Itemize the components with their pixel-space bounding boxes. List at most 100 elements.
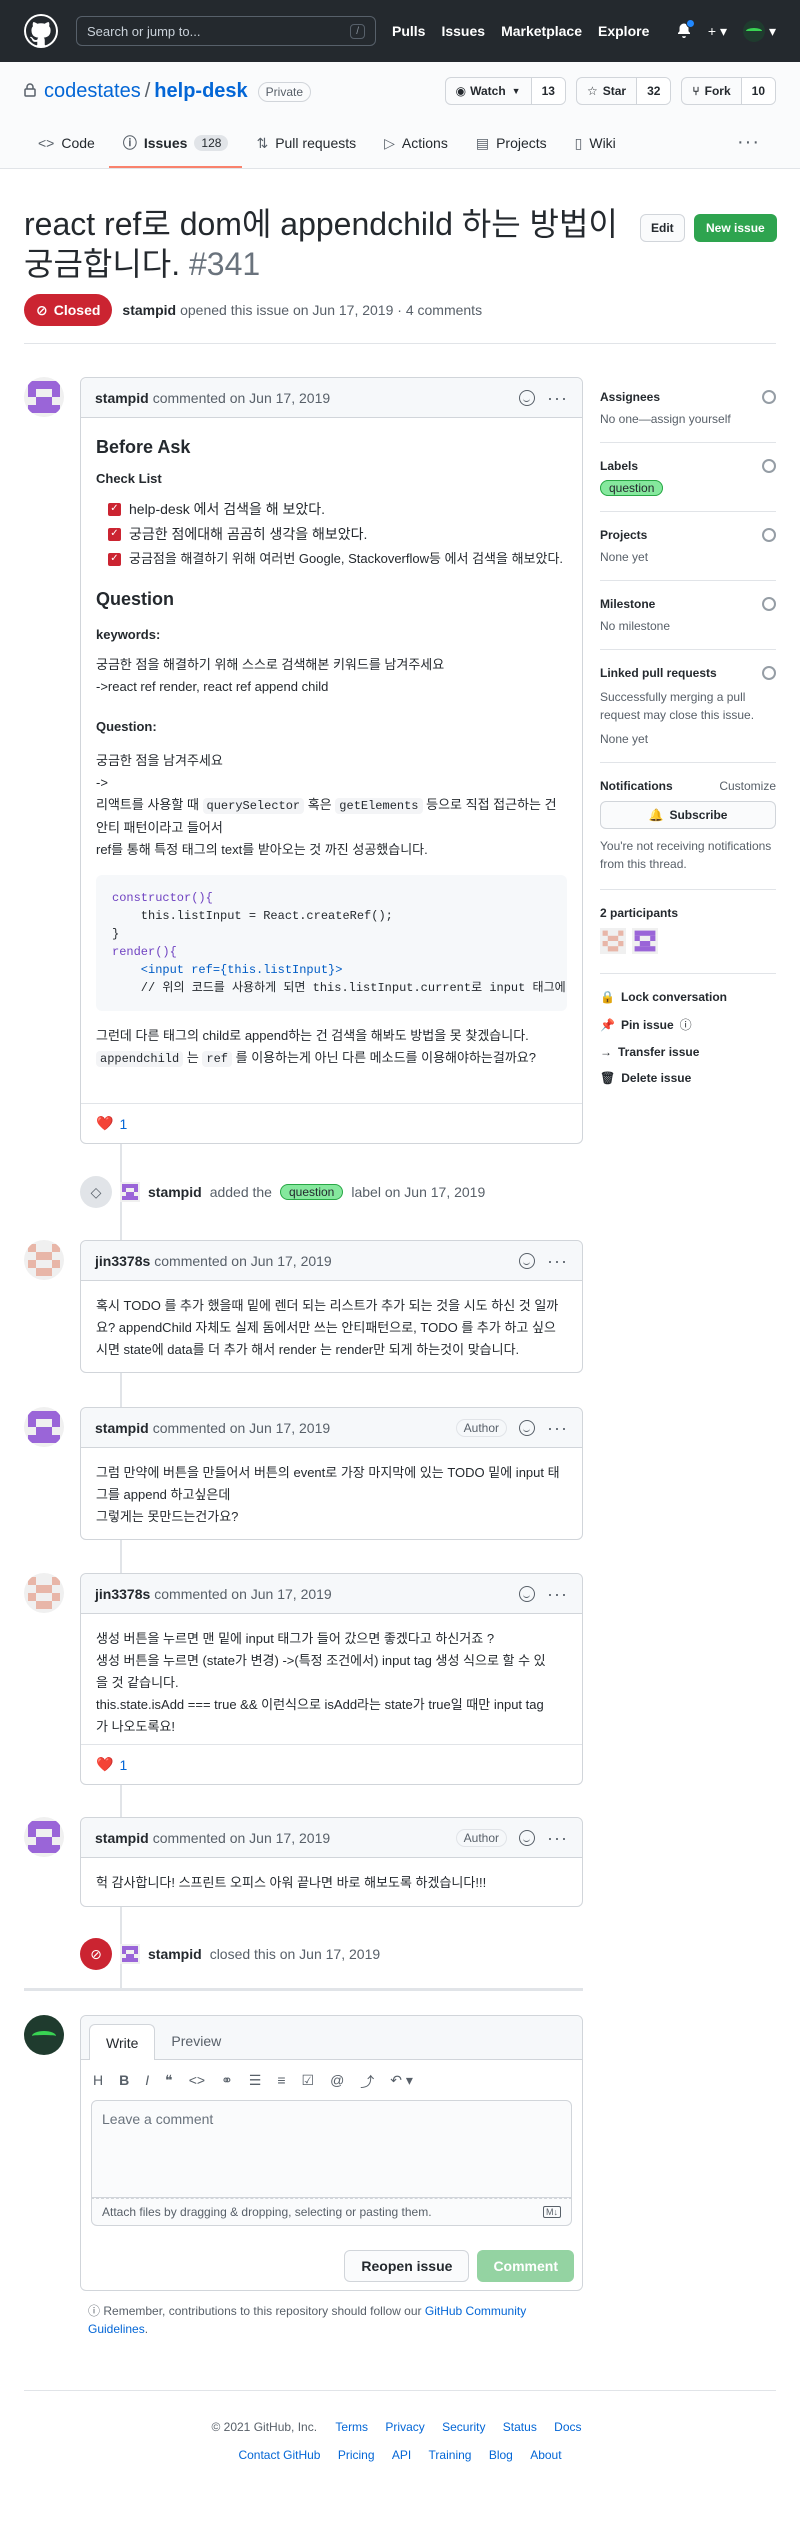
smiley-icon[interactable] xyxy=(519,1829,536,1846)
issue-author-link[interactable]: stampid xyxy=(122,302,176,318)
footer-link-privacy[interactable]: Privacy xyxy=(385,2420,424,2434)
checkbox-checked-icon[interactable]: ✓ xyxy=(108,502,121,516)
checkbox-checked-icon[interactable]: ✓ xyxy=(108,552,121,566)
event-actor[interactable]: stampid xyxy=(148,1946,202,1962)
repo-name-link[interactable]: help-desk xyxy=(154,80,247,103)
comment-author[interactable]: stampid xyxy=(95,390,149,406)
tab-wiki[interactable]: ▯ Wiki xyxy=(561,120,630,168)
nav-issues[interactable]: Issues xyxy=(441,23,485,39)
code-icon[interactable]: <> xyxy=(189,2072,205,2092)
github-logo-icon[interactable] xyxy=(24,14,58,48)
footer-link-terms[interactable]: Terms xyxy=(335,2420,368,2434)
footer-link-pricing[interactable]: Pricing xyxy=(338,2448,375,2462)
comment-author[interactable]: jin3378s xyxy=(95,1253,150,1269)
reply-icon[interactable]: ↶ ▾ xyxy=(390,2072,413,2092)
comment-textarea[interactable]: Leave a comment xyxy=(91,2100,572,2198)
footer-link-status[interactable]: Status xyxy=(503,2420,537,2434)
more-tabs-icon[interactable]: ··· xyxy=(737,131,760,154)
bell-icon[interactable] xyxy=(676,18,695,41)
event-actor[interactable]: stampid xyxy=(148,1184,202,1200)
customize-link[interactable]: Customize xyxy=(719,779,776,793)
smiley-icon[interactable] xyxy=(519,1252,536,1269)
avatar-stampid[interactable] xyxy=(24,1407,64,1447)
gear-icon[interactable] xyxy=(762,390,776,404)
gear-icon[interactable] xyxy=(762,597,776,611)
subscribe-button[interactable]: 🔔 Subscribe xyxy=(600,801,776,829)
edit-title-button[interactable]: Edit xyxy=(640,214,685,242)
kebab-icon[interactable]: ··· xyxy=(547,1252,568,1270)
avatar-jin3378s[interactable] xyxy=(24,1573,64,1613)
event-avatar-stampid[interactable] xyxy=(120,1944,140,1964)
kebab-icon[interactable]: ··· xyxy=(547,1585,568,1603)
repo-owner-link[interactable]: codestates xyxy=(44,80,141,103)
nav-marketplace[interactable]: Marketplace xyxy=(501,23,582,39)
assign-yourself-link[interactable]: No one—assign yourself xyxy=(600,412,776,426)
smiley-icon[interactable] xyxy=(519,1585,536,1602)
star-count[interactable]: 32 xyxy=(636,78,671,104)
kebab-icon[interactable]: ··· xyxy=(547,1419,568,1437)
nav-pulls[interactable]: Pulls xyxy=(392,23,425,39)
kebab-icon[interactable]: ··· xyxy=(547,389,568,407)
reaction-heart[interactable]: ❤️ 1 xyxy=(96,1756,127,1773)
participant-avatar[interactable] xyxy=(632,928,658,957)
transfer-issue-button[interactable]: → Transfer issue xyxy=(600,1045,776,1059)
gear-icon[interactable] xyxy=(762,528,776,542)
plus-icon[interactable]: + ▾ xyxy=(708,23,727,40)
comment-author[interactable]: jin3378s xyxy=(95,1586,150,1602)
avatar-stampid[interactable] xyxy=(24,1817,64,1857)
question-label[interactable]: question xyxy=(600,480,664,496)
pin-issue-button[interactable]: 📌 Pin issue ⓘ xyxy=(600,1016,776,1033)
footer-link-contact[interactable]: Contact GitHub xyxy=(238,2448,320,2462)
avatar-current-user[interactable] xyxy=(24,2015,64,2055)
participant-avatar[interactable] xyxy=(600,928,626,957)
nav-explore[interactable]: Explore xyxy=(598,23,649,39)
tab-projects[interactable]: ▤ Projects xyxy=(462,120,561,168)
watch-button[interactable]: ◉ Watch ▼ 13 xyxy=(444,77,566,105)
cross-reference-icon[interactable]: ⤴ xyxy=(360,2072,374,2092)
footer-link-about[interactable]: About xyxy=(530,2448,561,2462)
smiley-icon[interactable] xyxy=(519,389,536,406)
footer-link-docs[interactable]: Docs xyxy=(554,2420,581,2434)
tab-issues[interactable]: ⓘ Issues 128 xyxy=(108,120,243,168)
avatar[interactable]: ▾ xyxy=(742,20,776,42)
footer-link-security[interactable]: Security xyxy=(442,2420,485,2434)
lock-conversation-button[interactable]: 🔒 Lock conversation xyxy=(600,990,776,1004)
event-avatar-stampid[interactable] xyxy=(120,1182,140,1202)
delete-issue-button[interactable]: 🗑 Delete issue xyxy=(600,1071,776,1085)
bold-icon[interactable]: B xyxy=(119,2072,129,2092)
link-icon[interactable]: ⚭ xyxy=(221,2072,233,2092)
fork-count[interactable]: 10 xyxy=(740,78,775,104)
comment-author[interactable]: stampid xyxy=(95,1830,149,1846)
new-issue-button[interactable]: New issue xyxy=(694,214,777,242)
gear-icon[interactable] xyxy=(762,459,776,473)
footer-link-blog[interactable]: Blog xyxy=(489,2448,513,2462)
star-button[interactable]: ☆ Star 32 xyxy=(575,77,672,105)
tab-pull-requests[interactable]: ⇅ Pull requests xyxy=(242,120,370,168)
ordered-list-icon[interactable]: ≡ xyxy=(277,2072,285,2092)
reaction-heart[interactable]: ❤️ 1 xyxy=(96,1115,127,1132)
tab-preview[interactable]: Preview xyxy=(155,2023,237,2059)
tab-actions[interactable]: ▷ Actions xyxy=(370,120,462,168)
mention-icon[interactable]: @ xyxy=(330,2072,344,2092)
checkbox-checked-icon[interactable]: ✓ xyxy=(108,527,121,541)
attach-files-bar[interactable]: Attach files by dragging & dropping, sel… xyxy=(91,2198,572,2226)
gear-icon[interactable] xyxy=(762,666,776,680)
fork-button[interactable]: ⑂ Fork 10 xyxy=(681,77,776,105)
kebab-icon[interactable]: ··· xyxy=(547,1829,568,1847)
task-list-icon[interactable]: ☑ xyxy=(302,2072,315,2092)
tab-code[interactable]: <> Code xyxy=(24,120,109,168)
heading-icon[interactable]: H xyxy=(93,2072,103,2092)
quote-icon[interactable]: ❝ xyxy=(165,2072,173,2092)
italic-icon[interactable]: I xyxy=(145,2072,149,2092)
tab-write[interactable]: Write xyxy=(89,2024,156,2060)
comment-button[interactable]: Comment xyxy=(477,2250,574,2282)
avatar-jin3378s[interactable] xyxy=(24,1240,64,1280)
watch-count[interactable]: 13 xyxy=(530,78,565,104)
comment-author[interactable]: stampid xyxy=(95,1420,149,1436)
avatar-stampid[interactable] xyxy=(24,377,64,417)
question-label[interactable]: question xyxy=(279,1184,344,1200)
footer-link-training[interactable]: Training xyxy=(429,2448,472,2462)
unordered-list-icon[interactable]: ☰ xyxy=(249,2072,262,2092)
search-input[interactable]: Search or jump to... / xyxy=(76,16,376,46)
footer-link-api[interactable]: API xyxy=(392,2448,411,2462)
